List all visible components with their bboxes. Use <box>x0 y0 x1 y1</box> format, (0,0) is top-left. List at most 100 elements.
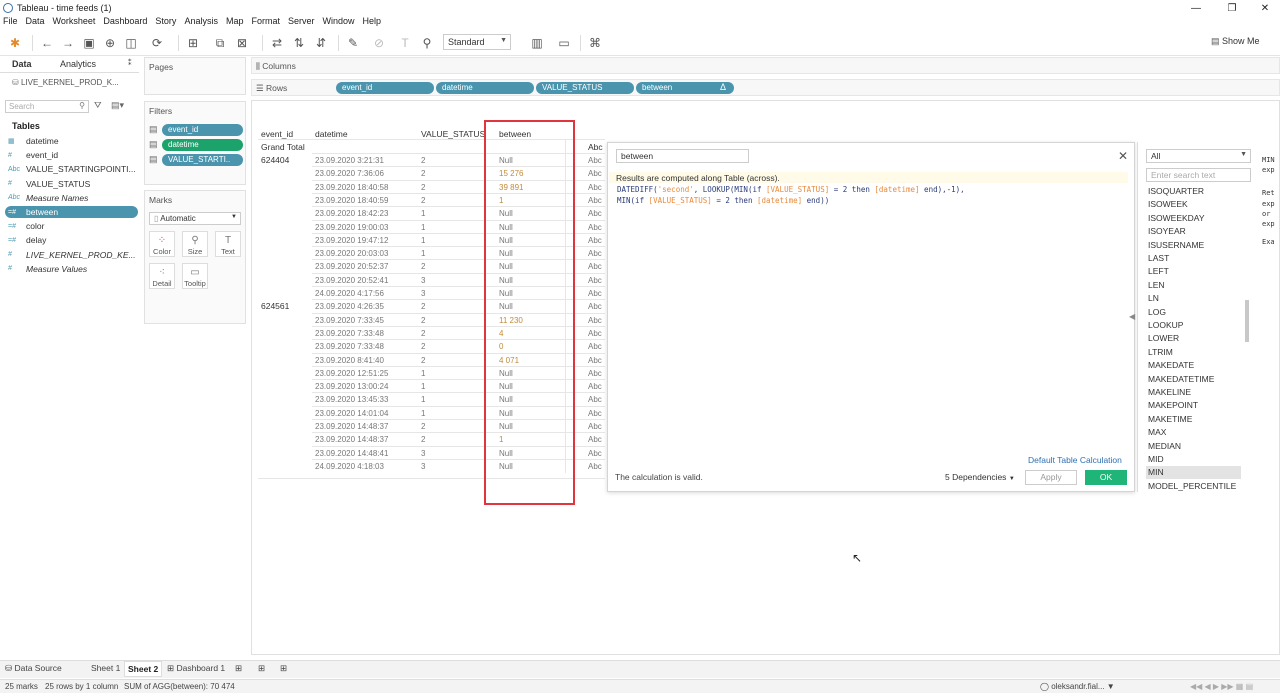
function-item[interactable]: MAKEDATE <box>1146 359 1241 372</box>
menu-data[interactable]: Data <box>26 16 45 29</box>
tab-dashboard-1[interactable]: ⊞ Dashboard 1 <box>167 663 225 674</box>
size-button[interactable]: ⚲ Size <box>182 231 208 257</box>
menu-map[interactable]: Map <box>226 16 244 29</box>
close-button[interactable]: ✕ <box>1250 0 1280 16</box>
view-options-icon[interactable]: ▤▾ <box>111 100 124 111</box>
function-item[interactable]: MAKETIME <box>1146 413 1241 426</box>
field-search-input[interactable]: Search ⚲ <box>5 100 89 113</box>
tab-sheet-1[interactable]: Sheet 1 <box>91 663 120 673</box>
new-story-icon[interactable]: ⊞ <box>280 663 287 674</box>
field-item[interactable]: Abc Measure Names <box>5 192 138 204</box>
collapse-arrow-icon[interactable]: ◀ <box>1129 312 1135 321</box>
swap-icon[interactable]: ⇄ <box>270 36 284 50</box>
function-item[interactable]: MAKEDATETIME <box>1146 373 1241 386</box>
field-item[interactable]: ▦ datetime <box>5 135 138 147</box>
function-item[interactable]: ISOWEEKDAY <box>1146 212 1241 225</box>
mark-type-dropdown[interactable]: ▯ Automatic ▼ <box>149 212 241 225</box>
function-item[interactable]: LEN <box>1146 279 1241 292</box>
color-button[interactable]: ⁘ Color <box>149 231 175 257</box>
redo-icon[interactable]: → <box>61 36 75 50</box>
pin-icon[interactable]: ⚲ <box>420 36 434 50</box>
maximize-button[interactable]: ❐ <box>1217 0 1247 16</box>
field-item[interactable]: =# delay <box>5 234 138 246</box>
new-dashboard-icon[interactable]: ⊞ <box>258 663 265 674</box>
share-icon[interactable]: ⌘ <box>588 36 602 50</box>
function-item[interactable]: ISOYEAR <box>1146 225 1241 238</box>
calc-name-input[interactable]: between <box>616 149 749 163</box>
function-item[interactable]: MAKELINE <box>1146 386 1241 399</box>
filter-icon[interactable]: ⛛ <box>94 100 102 111</box>
formula-line-2[interactable]: MIN(if [VALUE_STATUS] = 2 then [datetime… <box>617 196 829 205</box>
field-item[interactable]: # Measure Values <box>5 263 138 275</box>
presentation-icon[interactable]: ▭ <box>557 36 571 50</box>
menu-file[interactable]: File <box>3 16 18 29</box>
function-item[interactable]: MID <box>1146 453 1241 466</box>
field-item[interactable]: =# between <box>5 206 138 218</box>
field-item[interactable]: # event_id <box>5 149 138 161</box>
field-item[interactable]: # VALUE_STATUS <box>5 178 138 190</box>
apply-button[interactable]: Apply <box>1025 470 1077 485</box>
field-item[interactable]: =# color <box>5 220 138 232</box>
tab-analytics[interactable]: Analytics <box>60 59 96 69</box>
menu-help[interactable]: Help <box>363 16 382 29</box>
label-icon[interactable]: T <box>398 36 412 50</box>
function-item[interactable]: ISOQUARTER <box>1146 185 1241 198</box>
field-item[interactable]: Abc VALUE_STARTINGPOINTI... <box>5 163 138 175</box>
tab-sheet-2[interactable]: Sheet 2 <box>124 661 163 677</box>
highlight-icon[interactable]: ✎ <box>346 36 360 50</box>
function-item[interactable]: LTRIM <box>1146 346 1241 359</box>
dependencies-dropdown[interactable]: 5 Dependencies ▼ <box>945 472 1015 482</box>
show-me-button[interactable]: ▤ Show Me <box>1211 36 1260 47</box>
menu-format[interactable]: Format <box>251 16 280 29</box>
menu-server[interactable]: Server <box>288 16 315 29</box>
function-item[interactable]: MAKEPOINT <box>1146 399 1241 412</box>
tooltip-button[interactable]: ▭ Tooltip <box>182 263 208 289</box>
function-item[interactable]: LEFT <box>1146 265 1241 278</box>
function-item[interactable]: MEDIAN <box>1146 440 1241 453</box>
datasource-item[interactable]: ⛁ LIVE_KERNEL_PROD_K... <box>12 78 119 87</box>
menu-worksheet[interactable]: Worksheet <box>53 16 96 29</box>
function-search-input[interactable]: Enter search text <box>1146 168 1251 182</box>
sort-descending-icon[interactable]: ⇵ <box>314 36 328 50</box>
refresh-icon[interactable]: ⟳ <box>150 36 164 50</box>
filter-pill[interactable]: VALUE_STARTI.. <box>162 154 243 166</box>
close-icon[interactable]: ✕ <box>1118 149 1128 163</box>
detail-button[interactable]: ⁖ Detail <box>149 263 175 289</box>
data-source-tab[interactable]: ⛁ Data Source <box>5 663 62 674</box>
function-item[interactable]: LOG <box>1146 306 1241 319</box>
fit-dropdown[interactable]: Standard ▼ <box>443 34 511 50</box>
sheet-navigation[interactable]: ◀◀ ◀ ▶ ▶▶ ▦ ▤ <box>1190 682 1253 691</box>
sort-ascending-icon[interactable]: ⇅ <box>292 36 306 50</box>
columns-shelf[interactable]: ⫼ Columns <box>251 57 1280 74</box>
duplicate-sheet-icon[interactable]: ⧉ <box>213 36 227 50</box>
tableau-icon[interactable]: ✱ <box>8 36 22 50</box>
user-menu[interactable]: ◯ oleksandr.fial... ▼ <box>1040 682 1115 691</box>
formula-line-1[interactable]: DATEDIFF('second', LOOKUP(MIN(if [VALUE_… <box>617 185 965 194</box>
function-item[interactable]: ISUSERNAME <box>1146 239 1241 252</box>
rows-pill[interactable]: VALUE_STATUS <box>536 82 634 94</box>
ok-button[interactable]: OK <box>1085 470 1127 485</box>
clear-sheet-icon[interactable]: ⊠ <box>235 36 249 50</box>
rows-pill[interactable]: datetime <box>436 82 534 94</box>
minimize-button[interactable]: — <box>1181 0 1211 16</box>
menu-analysis[interactable]: Analysis <box>184 16 218 29</box>
menu-dashboard[interactable]: Dashboard <box>103 16 147 29</box>
function-item[interactable]: ISOWEEK <box>1146 198 1241 211</box>
new-sheet-icon[interactable]: ⊞ <box>186 36 200 50</box>
undo-icon[interactable]: ← <box>40 36 54 50</box>
menu-story[interactable]: Story <box>155 16 176 29</box>
tab-data[interactable]: Data <box>12 59 32 69</box>
rows-pill[interactable]: event_id <box>336 82 434 94</box>
filter-pill[interactable]: event_id <box>162 124 243 136</box>
function-item[interactable]: LOWER <box>1146 332 1241 345</box>
pause-updates-icon[interactable]: ◫ <box>124 36 138 50</box>
worksheet-icon[interactable]: ▥ <box>530 36 544 50</box>
default-table-calc-link[interactable]: Default Table Calculation <box>1028 455 1122 465</box>
function-item[interactable]: LN <box>1146 292 1241 305</box>
function-list-scrollbar[interactable] <box>1245 300 1249 342</box>
group-icon[interactable]: ⊘ <box>372 36 386 50</box>
field-item[interactable]: # LIVE_KERNEL_PROD_KE... <box>5 249 138 261</box>
function-item[interactable]: MAX <box>1146 426 1241 439</box>
menu-window[interactable]: Window <box>323 16 355 29</box>
pane-menu-icon[interactable]: ⁑ <box>128 59 132 67</box>
